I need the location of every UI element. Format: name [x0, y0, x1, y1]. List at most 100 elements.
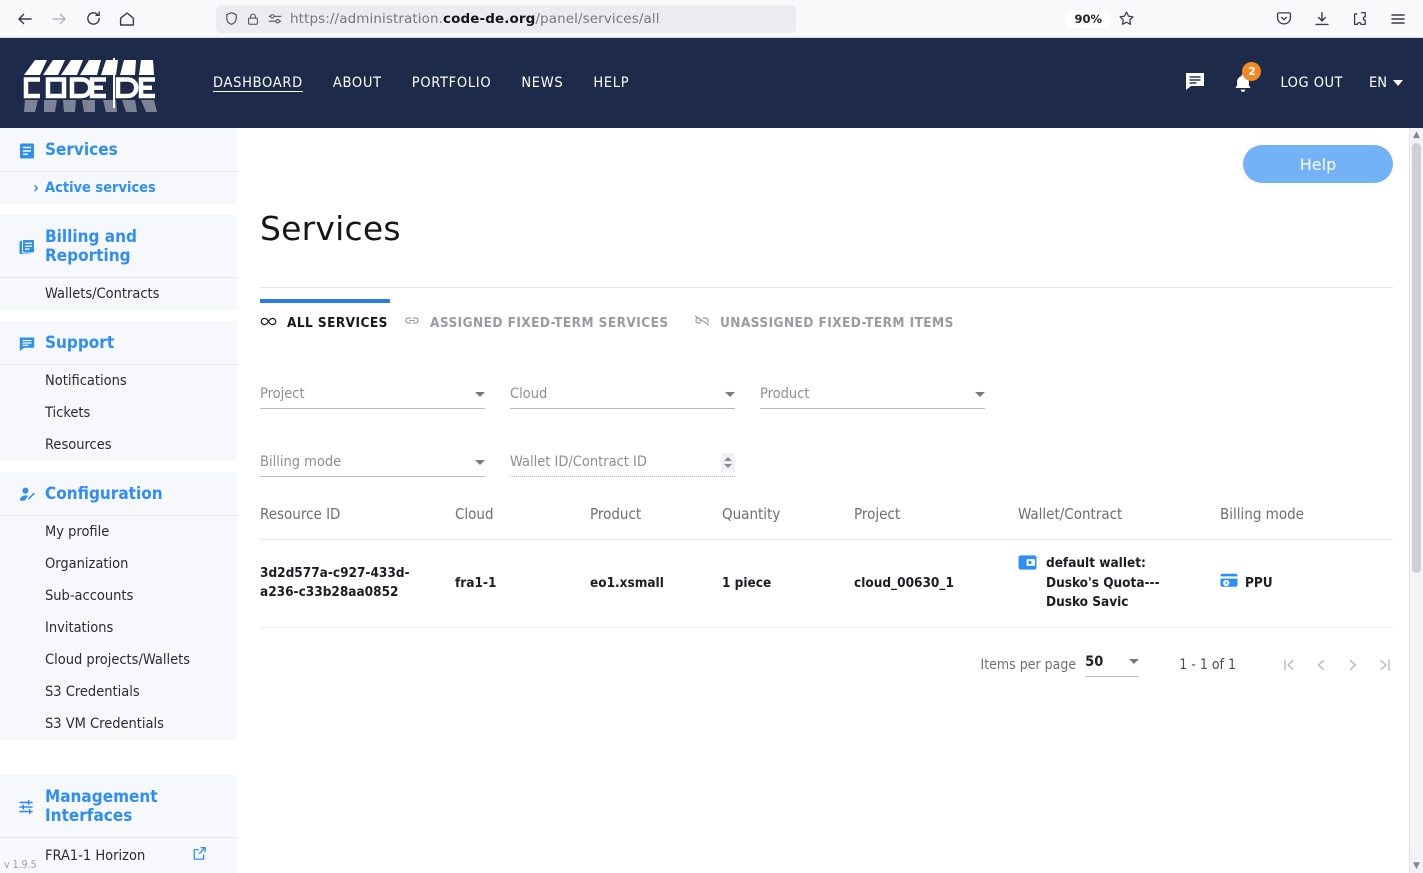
pagination-buttons — [1281, 657, 1393, 673]
sidebar-item-label: Wallets/Contracts — [45, 286, 160, 303]
tab-label: UNASSIGNED FIXED-TERM ITEMS — [720, 314, 954, 331]
column-header-wallet-contract: Wallet/Contract — [1018, 505, 1220, 540]
sidebar-item-wallets-contracts[interactable]: Wallets/Contracts — [0, 278, 237, 310]
external-link-icon[interactable] — [192, 846, 207, 865]
bookmark-star-icon[interactable] — [1109, 4, 1143, 34]
scrollbar-thumb[interactable] — [1412, 143, 1421, 573]
sidebar-header-label: Billing and Reporting — [45, 227, 137, 267]
permissions-icon[interactable] — [267, 12, 283, 26]
forward-button[interactable] — [42, 4, 76, 34]
notifications-bell[interactable]: 2 — [1232, 61, 1262, 95]
tab-assigned-fixed-term-services[interactable]: ASSIGNED FIXED-TERM SERVICES — [390, 314, 680, 343]
number-stepper[interactable] — [721, 453, 735, 472]
cell-project: cloud_00630_1 — [854, 539, 1018, 628]
zoom-level-badge[interactable]: 90% — [1067, 9, 1109, 28]
items-per-page-select[interactable]: 50 — [1085, 654, 1140, 677]
sidebar-group-billing: Billing and Reporting Wallets/Contracts — [0, 215, 237, 311]
home-button[interactable] — [110, 4, 144, 34]
sidebar-item-active-services[interactable]: Active services — [0, 172, 237, 204]
filter-row-2: Billing mode Wallet ID/Contract ID — [260, 431, 1393, 477]
scroll-down-arrow[interactable]: ▼ — [1410, 861, 1423, 871]
sidebar-header-billing[interactable]: Billing and Reporting — [0, 215, 237, 279]
nav-link-help[interactable]: HELP — [593, 75, 629, 91]
filter-cloud[interactable]: Cloud — [510, 363, 735, 409]
filter-project-placeholder: Project — [260, 386, 305, 402]
chevron-down-icon — [725, 392, 735, 397]
chevron-down-icon — [975, 392, 985, 397]
filter-product[interactable]: Product — [760, 363, 985, 409]
sidebar-item-notifications[interactable]: Notifications — [0, 365, 237, 397]
sidebar-item-my-profile[interactable]: My profile — [0, 516, 237, 548]
previous-page-button[interactable] — [1313, 657, 1329, 673]
language-label: EN — [1369, 75, 1387, 91]
codede-logo[interactable] — [18, 52, 163, 114]
app-menu-icon[interactable] — [1381, 4, 1415, 34]
page-title: Services — [260, 209, 401, 248]
url-text: https://administration.code-de.org/panel… — [290, 10, 660, 27]
pagination: Items per page 50 1 - 1 of 1 — [260, 654, 1393, 677]
browser-toolbar: https://administration.code-de.org/panel… — [0, 0, 1423, 38]
next-page-button[interactable] — [1345, 657, 1361, 673]
filter-row-1: Project Cloud Product — [260, 363, 1393, 409]
messages-icon[interactable] — [1184, 70, 1206, 96]
table-header: Resource ID Cloud Product Quantity Proje… — [260, 505, 1393, 540]
pagination-range: 1 - 1 of 1 — [1179, 657, 1236, 674]
address-bar[interactable]: https://administration.code-de.org/panel… — [216, 4, 796, 33]
tab-label: ASSIGNED FIXED-TERM SERVICES — [430, 314, 669, 331]
sidebar-item-organization[interactable]: Organization — [0, 548, 237, 580]
sidebar-item-s3-credentials[interactable]: S3 Credentials — [0, 676, 237, 708]
first-page-button[interactable] — [1281, 657, 1297, 673]
table-body: 3d2d577a-c927-433d-a236-c33b28aa0852 fra… — [260, 539, 1393, 628]
sidebar-item-label: Notifications — [45, 373, 127, 390]
nav-link-portfolio[interactable]: PORTFOLIO — [412, 75, 492, 91]
sidebar-item-sub-accounts[interactable]: Sub-accounts — [0, 580, 237, 612]
help-button[interactable]: Help — [1243, 145, 1393, 183]
logout-button[interactable]: LOG OUT — [1280, 75, 1343, 91]
field-underline — [510, 408, 735, 409]
filter-billing-mode[interactable]: Billing mode — [260, 431, 485, 477]
downloads-icon[interactable] — [1305, 4, 1339, 34]
sidebar-group-support: Support Notifications Tickets Resources — [0, 321, 237, 462]
sidebar-header-support[interactable]: Support — [0, 321, 237, 366]
page-body: Services Active services Billing and Rep… — [0, 128, 1423, 873]
tab-unassigned-fixed-term-items[interactable]: UNASSIGNED FIXED-TERM ITEMS — [680, 314, 954, 343]
cell-resource-id: 3d2d577a-c927-433d-a236-c33b28aa0852 — [260, 539, 455, 628]
filter-project[interactable]: Project — [260, 363, 485, 409]
sidebar-header-label: Support — [45, 333, 115, 354]
tab-all-services[interactable]: ALL SERVICES — [260, 299, 390, 343]
sidebar-item-invitations[interactable]: Invitations — [0, 612, 237, 644]
sidebar-header-services[interactable]: Services — [0, 128, 237, 173]
ppu-card-icon — [1220, 573, 1238, 595]
sidebar-item-s3-vm-credentials[interactable]: S3 VM Credentials — [0, 708, 237, 740]
filter-wallet-id[interactable]: Wallet ID/Contract ID — [510, 431, 735, 477]
field-underline — [260, 476, 485, 477]
pocket-save-icon[interactable] — [1267, 4, 1301, 34]
nav-link-about[interactable]: ABOUT — [333, 75, 382, 91]
sidebar-item-resources[interactable]: Resources — [0, 429, 237, 461]
extensions-icon[interactable] — [1343, 4, 1377, 34]
sidebar-header-management-interfaces[interactable]: Management Interfaces — [0, 775, 237, 838]
reload-button[interactable] — [76, 4, 110, 34]
last-page-button[interactable] — [1377, 657, 1393, 673]
table-row[interactable]: 3d2d577a-c927-433d-a236-c33b28aa0852 fra… — [260, 539, 1393, 628]
nav-link-dashboard[interactable]: DASHBOARD — [213, 75, 303, 91]
sidebar-item-label: Cloud projects/Wallets — [45, 652, 190, 669]
language-selector[interactable]: EN — [1369, 75, 1403, 91]
column-header-cloud: Cloud — [455, 505, 590, 540]
column-header-product: Product — [590, 505, 722, 540]
sidebar-header-configuration[interactable]: Configuration — [0, 472, 237, 517]
cell-quantity: 1 piece — [722, 539, 854, 628]
column-header-resource-id: Resource ID — [260, 505, 455, 540]
nav-link-news[interactable]: NEWS — [521, 75, 563, 91]
sidebar-item-tickets[interactable]: Tickets — [0, 397, 237, 429]
back-button[interactable] — [8, 4, 42, 34]
sidebar-item-label: Resources — [45, 437, 112, 454]
page-scrollbar[interactable]: ▲ ▼ — [1409, 128, 1423, 873]
items-per-page-label: Items per page — [980, 657, 1077, 674]
scroll-up-arrow[interactable]: ▲ — [1410, 130, 1423, 140]
sidebar-header-label: Configuration — [45, 484, 163, 505]
sidebar-item-label: Sub-accounts — [45, 588, 134, 605]
browser-right-icons — [1267, 4, 1415, 34]
sidebar-item-cloud-projects-wallets[interactable]: Cloud projects/Wallets — [0, 644, 237, 676]
sliders-icon — [18, 798, 36, 816]
